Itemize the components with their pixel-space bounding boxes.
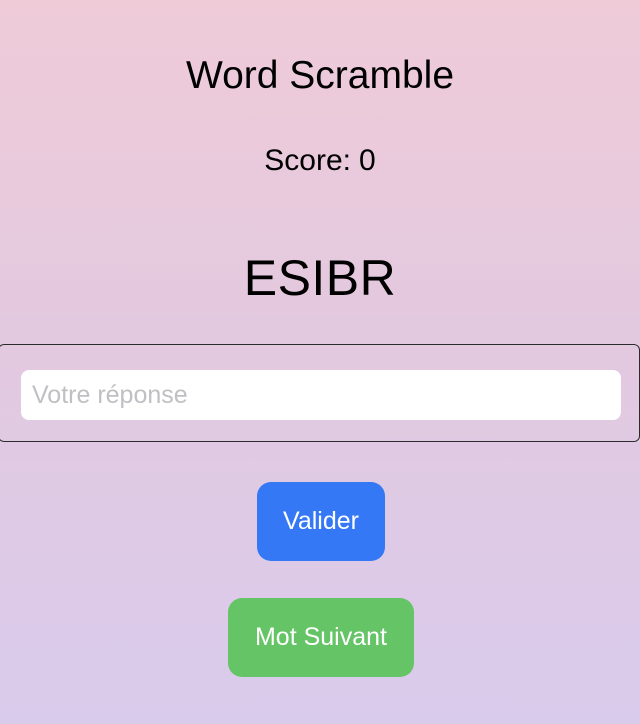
score-value: 0 <box>359 144 376 177</box>
score-label: Score: <box>264 144 352 177</box>
word-scramble-screen: Word Scramble Score:0 ESIBR Valider Mot … <box>0 0 640 724</box>
score-display: Score: 0 <box>0 143 640 179</box>
scrambled-word: ESIBR <box>243 250 397 306</box>
answer-input[interactable] <box>21 370 621 420</box>
validate-button[interactable]: Valider <box>257 482 385 561</box>
app-title: Word Scramble <box>185 54 455 97</box>
next-word-button[interactable]: Mot Suivant <box>228 598 414 677</box>
